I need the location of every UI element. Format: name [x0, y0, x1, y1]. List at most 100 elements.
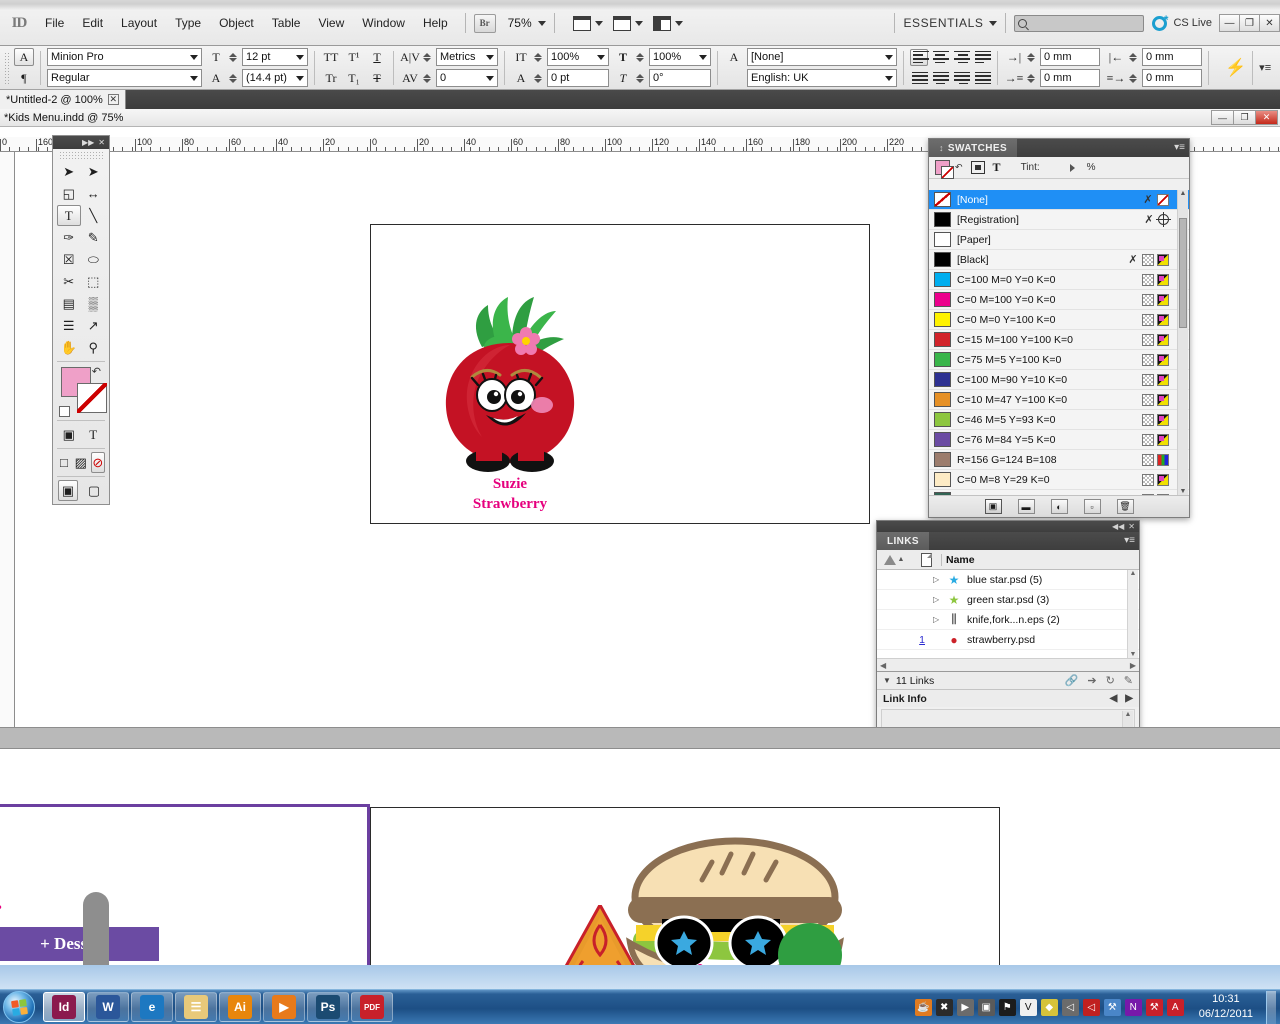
control-panel-gripper[interactable]	[4, 51, 10, 84]
search-input[interactable]	[1014, 14, 1145, 32]
language-select[interactable]: English: UK	[747, 69, 897, 87]
normal-view-mode-button[interactable]: ▣	[58, 480, 78, 501]
character-style-select[interactable]: [None]	[747, 48, 897, 66]
vertical-scale-stepper[interactable]	[534, 48, 544, 66]
control-panel-menu-icon[interactable]: ▾≡	[1259, 61, 1271, 74]
next-link-button[interactable]: ▶	[1125, 693, 1133, 704]
stroke-swatch[interactable]	[77, 383, 107, 413]
show-desktop-button[interactable]	[1266, 990, 1276, 1024]
free-transform-tool[interactable]: ⬚	[82, 271, 106, 292]
pen-tool[interactable]: ✑	[57, 227, 81, 248]
taskbar-item-photoshop[interactable]: Ps	[307, 992, 349, 1022]
swatch-row[interactable]: C=75 M=5 Y=100 K=0	[929, 350, 1189, 370]
subscript-button[interactable]: T₁	[344, 69, 364, 87]
swatch-row[interactable]: [None] ✗	[929, 190, 1189, 210]
font-size-input[interactable]: 12 pt	[242, 48, 308, 66]
justify-all-button[interactable]	[973, 70, 991, 87]
bridge-button[interactable]: Br	[473, 13, 496, 33]
document-close-button[interactable]: ✕	[1255, 110, 1278, 125]
nvidia-icon[interactable]: ⚑	[998, 998, 1016, 1016]
swatches-fill-stroke-proxy[interactable]	[935, 160, 954, 179]
adobe-icon[interactable]: A	[1166, 998, 1184, 1016]
last-line-indent-input[interactable]: 0 mm	[1142, 69, 1202, 87]
swatch-row[interactable]: C=76 M=84 Y=5 K=0	[929, 430, 1189, 450]
workspace-switcher[interactable]: ESSENTIALS	[903, 16, 983, 30]
horizontal-scale-stepper[interactable]	[636, 48, 646, 66]
link-page-column[interactable]	[911, 552, 941, 567]
note-tool[interactable]: ☰	[57, 315, 81, 336]
tracking-stepper[interactable]	[423, 69, 433, 87]
new-gradient-swatch-button[interactable]: ◐	[1050, 499, 1068, 514]
gradient-swatch-tool[interactable]: ▤	[57, 293, 81, 314]
gradient-feather-tool[interactable]: ▒	[82, 293, 106, 314]
swatch-row[interactable]: C=10 M=47 Y=100 K=0	[929, 390, 1189, 410]
edit-original-button[interactable]: ✎	[1124, 674, 1133, 687]
scissors-tool[interactable]: ✂	[57, 271, 81, 292]
taskbar-item-media-player[interactable]: ▶	[263, 992, 305, 1022]
taskbar-item-illustrator[interactable]: Ai	[219, 992, 261, 1022]
right-indent-stepper[interactable]	[1129, 48, 1139, 66]
align-right-button[interactable]	[952, 49, 970, 66]
swatch-row[interactable]: C=15 M=100 Y=100 K=0	[929, 330, 1189, 350]
font-style-select[interactable]: Regular	[47, 69, 202, 87]
swap-fill-stroke-icon[interactable]: ↶	[92, 365, 101, 378]
taskbar-item-word[interactable]: W	[87, 992, 129, 1022]
expand-link-icon[interactable]: ▷	[933, 575, 945, 584]
taskbar-item-internet-explorer[interactable]: e	[131, 992, 173, 1022]
link-status-column[interactable]: ▲	[877, 554, 911, 565]
swap-icon[interactable]: ↶	[955, 162, 963, 173]
close-icon[interactable]: ✕	[107, 94, 119, 105]
close-icon[interactable]: ✕	[1128, 522, 1135, 531]
collapse-icon[interactable]: ◀◀	[1112, 522, 1124, 531]
menu-edit[interactable]: Edit	[73, 13, 112, 33]
vertical-ruler[interactable]	[0, 152, 15, 727]
network-disconnected-icon[interactable]: ✖	[935, 998, 953, 1016]
scrollbar-thumb[interactable]	[1179, 218, 1187, 328]
justify-last-right-button[interactable]	[952, 70, 970, 87]
panel-menu-icon[interactable]: ▾≡	[1174, 143, 1185, 153]
horizontal-scale-input[interactable]: 100%	[649, 48, 711, 66]
swatch-row[interactable]: [Registration] ✗	[929, 210, 1189, 230]
menu-view[interactable]: View	[309, 13, 353, 33]
apply-none-button[interactable]: ⊘	[90, 452, 105, 473]
updates-icon[interactable]: ◆	[1040, 998, 1058, 1016]
swatch-row[interactable]: C=0 M=0 Y=100 K=0	[929, 310, 1189, 330]
tools-panel-gripper[interactable]	[59, 151, 103, 159]
eyedropper-tool[interactable]: ↗	[82, 315, 106, 336]
menu-type[interactable]: Type	[166, 13, 210, 33]
justify-button[interactable]	[910, 70, 928, 87]
all-caps-button[interactable]: TT	[321, 48, 341, 66]
taskbar-item-explorer[interactable]: ☰	[175, 992, 217, 1022]
strikethrough-button[interactable]: T	[367, 69, 387, 87]
tint-slider-arrow-icon[interactable]	[1069, 163, 1075, 172]
baseline-shift-stepper[interactable]	[534, 69, 544, 87]
apply-color-button[interactable]: □	[57, 452, 71, 473]
formatting-affects-container-button[interactable]: ▣	[57, 424, 81, 445]
swatches-panel-tabbar[interactable]: ↕ SWATCHES ▾≡	[929, 139, 1189, 157]
apply-gradient-button[interactable]: ▨	[74, 452, 88, 473]
left-indent-stepper[interactable]	[1027, 48, 1037, 66]
new-color-group-button[interactable]: ▬	[1017, 499, 1035, 514]
links-horizontal-scrollbar[interactable]: ◀ ▶	[877, 658, 1139, 671]
zoom-tool[interactable]: ⚲	[82, 337, 106, 358]
document-tab-untitled[interactable]: *Untitled-2 @ 100% ✕	[0, 90, 126, 109]
ellipse-tool[interactable]: ⬭	[82, 249, 106, 270]
leading-stepper[interactable]	[229, 69, 239, 87]
swatch-row[interactable]: C=100 M=90 Y=10 K=0	[929, 370, 1189, 390]
go-to-link-button[interactable]: ➔	[1087, 674, 1096, 687]
panel-menu-icon[interactable]: ▾≡	[1124, 536, 1135, 546]
skew-stepper[interactable]	[636, 69, 646, 87]
selection-tool[interactable]: ➤	[57, 161, 81, 182]
hand-tool[interactable]: ✋	[57, 337, 81, 358]
last-line-indent-stepper[interactable]	[1129, 69, 1139, 87]
links-panel-topbar[interactable]: ◀◀ ✕	[877, 521, 1139, 532]
minimize-button[interactable]: —	[1219, 14, 1240, 32]
menu-object[interactable]: Object	[210, 13, 263, 33]
kerning-stepper[interactable]	[423, 48, 433, 66]
close-icon[interactable]: ✕	[98, 138, 105, 147]
link-row[interactable]: ▷ ★ blue star.psd (5)	[877, 570, 1139, 590]
font-family-select[interactable]: Minion Pro	[47, 48, 202, 66]
swatch-row[interactable]: C=46 M=5 Y=93 K=0	[929, 410, 1189, 430]
links-panel-tabbar[interactable]: LINKS ▾≡	[877, 532, 1139, 550]
justify-last-left-button[interactable]	[973, 49, 991, 66]
